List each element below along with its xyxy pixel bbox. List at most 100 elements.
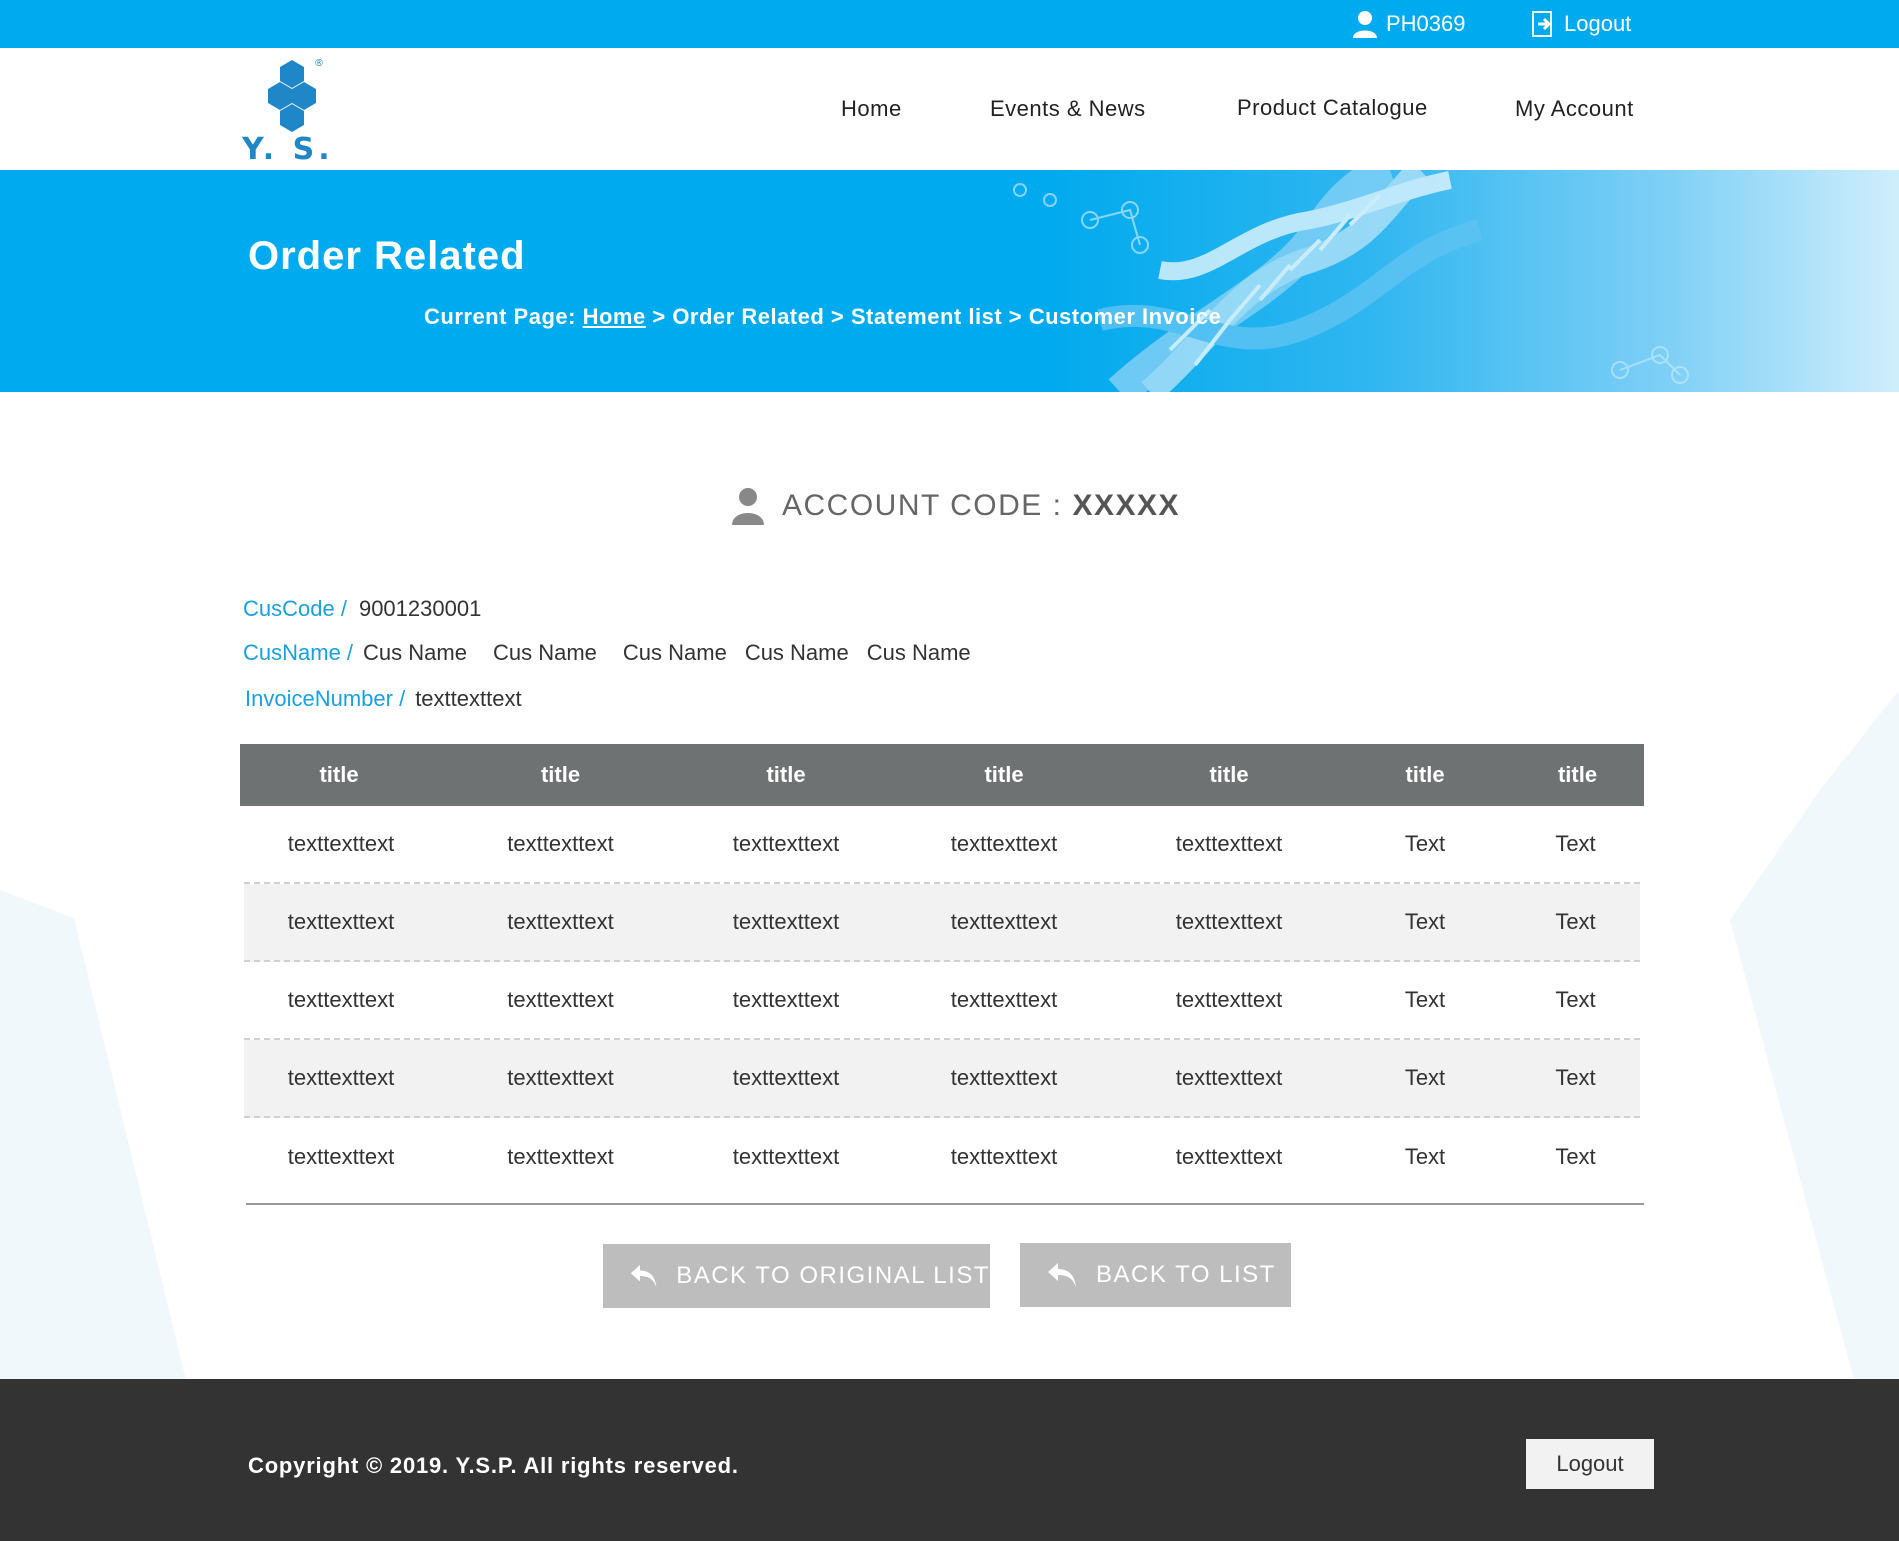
table-cell: Text (1555, 1144, 1596, 1169)
cusname-value: Cus Name (363, 640, 467, 665)
column-header: title (766, 762, 806, 787)
table-cell: texttexttext (507, 909, 614, 934)
cuscode-line: CusCode / 9001230001 (243, 596, 481, 622)
page-title: Order Related (248, 234, 526, 278)
table-header: title title title title title title titl… (240, 744, 1644, 806)
back-to-list-button[interactable]: BACK TO LIST (1020, 1243, 1291, 1307)
column-header: title (319, 762, 359, 787)
table-cell: Text (1404, 1144, 1446, 1169)
table-cell: Text (1555, 987, 1596, 1012)
column-header: title (540, 762, 581, 787)
table-cell: texttexttext (287, 987, 395, 1012)
table-cell: Text (1555, 909, 1596, 934)
cusname-label: CusName / (243, 640, 354, 665)
table-cell: Text (1404, 909, 1446, 934)
top-logout-link[interactable]: Logout (1532, 10, 1631, 38)
copyright-text: Copyright © 2019. Y.S.P. All rights rese… (248, 1453, 739, 1478)
site-footer: Copyright © 2019. Y.S.P. All rights rese… (0, 1379, 1899, 1541)
table-cell: Text (1404, 987, 1446, 1012)
background-shape-right (1730, 690, 1899, 1380)
nav-home[interactable]: Home (841, 96, 902, 126)
table-row: texttexttext texttexttext texttexttext text… (244, 1118, 1640, 1196)
table-cell: texttexttext (287, 1144, 395, 1169)
site-header: ® Y. S. P. Home Events & News Product Ca… (0, 48, 1899, 202)
user-account-link[interactable]: PH0369 (1352, 10, 1466, 38)
nav-events-news[interactable]: Events & News (990, 96, 1146, 126)
breadcrumb: Current Page: Home > Order Related > Sta… (424, 304, 1221, 330)
table-cell: texttexttext (1175, 987, 1283, 1012)
table-cell: texttexttext (732, 831, 840, 856)
breadcrumb-prefix: Current Page: (424, 304, 576, 329)
table-cell: Text (1555, 1065, 1596, 1090)
table-cell: texttexttext (950, 987, 1058, 1012)
table-cell: texttexttext (732, 909, 840, 934)
cusname-value: Cus Name (866, 640, 971, 665)
table-cell: texttexttext (507, 987, 614, 1012)
cuscode-label: CusCode / (243, 596, 347, 621)
table-cell: texttexttext (287, 1065, 395, 1090)
table-cell: Text (1404, 1065, 1446, 1090)
background-shape-left (0, 890, 186, 1380)
user-icon (1353, 11, 1377, 38)
breadcrumb-trail: > Order Related > Statement list > Custo… (652, 304, 1222, 329)
cusname-line: CusName / Cus Name Cus Name Cus Name Cus… (243, 640, 971, 666)
table-cell: Text (1404, 831, 1446, 856)
table-cell: texttexttext (732, 1065, 840, 1090)
invoice-label: InvoiceNumber / (245, 686, 406, 711)
top-logout-label: Logout (1564, 11, 1632, 36)
table-cell: texttexttext (507, 1065, 614, 1090)
account-code-label: ACCOUNT CODE : (782, 489, 1063, 522)
table-cell: texttexttext (287, 831, 395, 856)
table-cell: texttexttext (1175, 909, 1283, 934)
table-cell: texttexttext (507, 831, 614, 856)
nav-product-catalogue[interactable]: Product Catalogue (1237, 95, 1428, 125)
back-arrow-icon (1048, 1263, 1076, 1287)
table-cell: texttexttext (507, 1144, 614, 1169)
back-to-original-list-label: BACK TO ORIGINAL LIST (676, 1262, 990, 1289)
table-cell: texttexttext (950, 1144, 1058, 1169)
back-to-list-label: BACK TO LIST (1096, 1261, 1276, 1288)
page-banner: Order Related Current Page: Home > Order… (0, 170, 1899, 392)
table-body: texttexttext texttexttext texttexttext text… (240, 806, 1644, 1196)
column-header: title (1405, 762, 1445, 787)
account-code-value: XXXXX (1072, 489, 1181, 522)
invoice-value: texttexttext (415, 686, 522, 711)
account-user-icon (732, 488, 764, 525)
table-cell: texttexttext (287, 909, 395, 934)
table-cell: Text (1555, 831, 1596, 856)
table-cell: texttexttext (950, 1065, 1058, 1090)
cusname-value: Cus Name (622, 640, 727, 665)
back-arrow-icon (630, 1265, 657, 1287)
table-cell: texttexttext (950, 909, 1058, 934)
table-row: texttexttext texttexttext texttexttext text… (244, 884, 1640, 962)
table-row: texttexttext texttexttext texttexttext text… (244, 1040, 1640, 1118)
column-header: title (984, 762, 1024, 787)
cuscode-value: 9001230001 (358, 596, 482, 621)
table-row: texttexttext texttexttext texttexttext text… (244, 806, 1640, 884)
back-to-original-list-button[interactable]: BACK TO ORIGINAL LIST (603, 1244, 990, 1308)
cusname-value: Cus Name (492, 640, 597, 665)
logout-icon (1532, 11, 1552, 37)
cusname-value: Cus Name (744, 640, 849, 665)
ysp-logo[interactable]: ® Y. S. P. (242, 58, 362, 202)
column-header: title (1557, 762, 1598, 787)
registered-mark: ® (314, 58, 324, 69)
table-cell: texttexttext (1175, 1144, 1283, 1169)
nav-my-account[interactable]: My Account (1515, 96, 1634, 126)
table-cell: texttexttext (1175, 831, 1283, 856)
column-header: title (1209, 762, 1249, 787)
user-code: PH0369 (1386, 11, 1466, 36)
table-cell: texttexttext (1175, 1065, 1283, 1090)
top-bar: PH0369 Logout (0, 0, 1899, 48)
table-bottom-rule (246, 1203, 1644, 1205)
breadcrumb-home-link[interactable]: Home (583, 304, 646, 329)
logo-hexagon-icon: ® (268, 58, 324, 132)
table-row: texttexttext texttexttext texttexttext text… (244, 962, 1640, 1040)
table-cell: texttexttext (950, 831, 1058, 856)
invoice-line: InvoiceNumber / texttexttext (245, 686, 522, 712)
footer-logout-button[interactable]: Logout (1526, 1439, 1654, 1489)
table-cell: texttexttext (732, 987, 840, 1012)
account-code-heading: ACCOUNT CODE : XXXXX (730, 484, 1180, 528)
dna-decoration (1013, 170, 1689, 392)
invoice-table: title title title title title title titl… (240, 744, 1644, 1196)
